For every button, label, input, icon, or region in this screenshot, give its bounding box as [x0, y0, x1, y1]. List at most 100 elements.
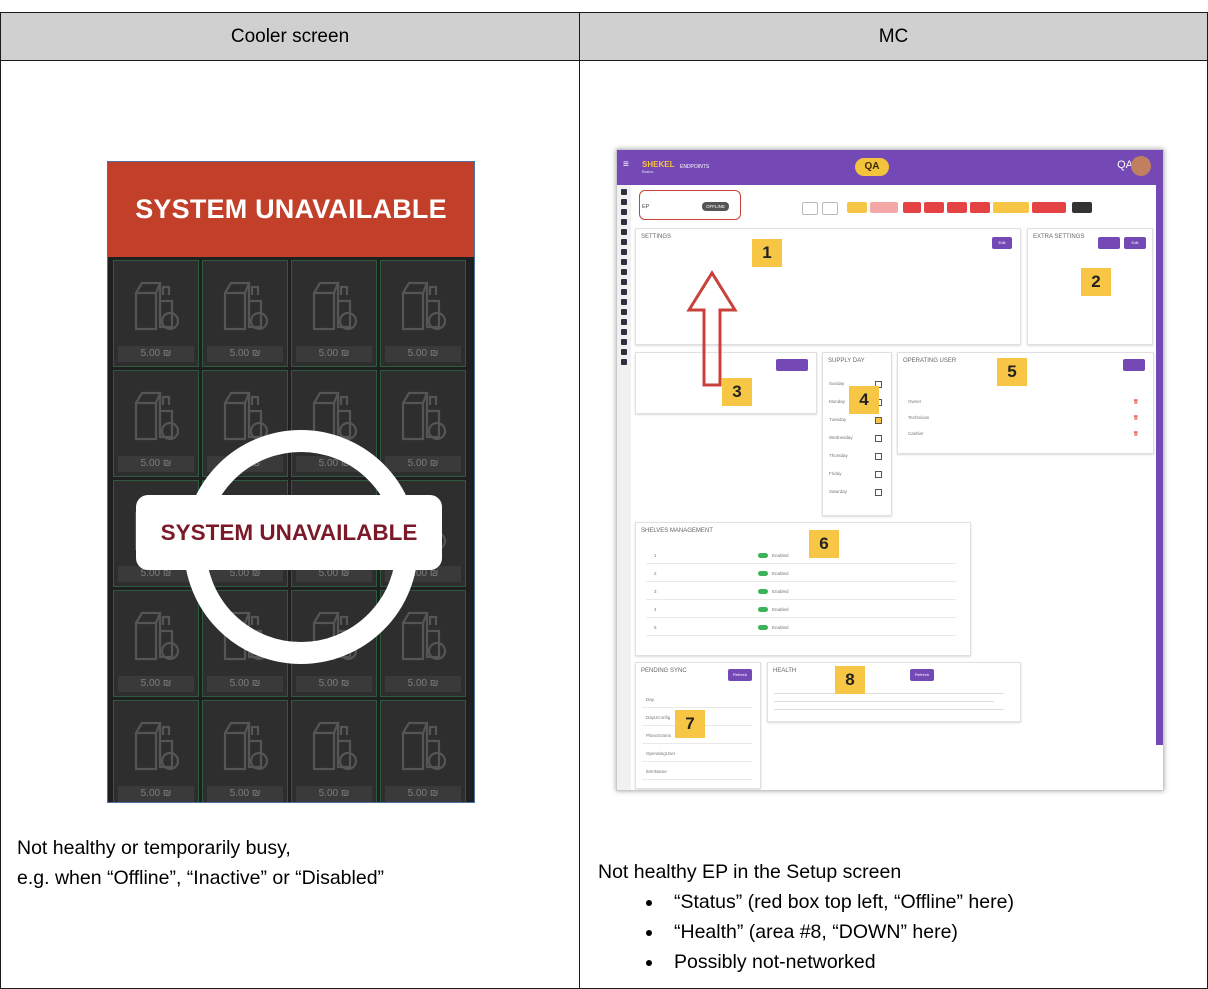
mc-section-title: ENDPOINTS	[680, 164, 710, 170]
toolbar-button[interactable]	[970, 202, 990, 213]
toolbar-button[interactable]	[924, 202, 944, 213]
avatar[interactable]	[1131, 156, 1151, 176]
shelves-panel: SHELVES MANAGEMENT 1 Enabled 2 Enabled 3 Enab…	[635, 522, 971, 656]
toolbar-button[interactable]	[847, 202, 867, 213]
product-price: 5.00 ₪	[207, 676, 283, 692]
cooler-screen-mock: SYSTEM UNAVAILABLE 5.00 ₪ 5.00 ₪ 5.00 ₪ 5.0…	[107, 161, 475, 803]
toolbar-button[interactable]	[993, 202, 1029, 213]
product-tile: 5.00 ₪	[380, 370, 466, 477]
shelf-number: 3	[654, 589, 657, 594]
scrollbar[interactable]	[1156, 185, 1163, 745]
arrow-to-status	[686, 270, 738, 387]
refresh-button[interactable]: Refresh	[910, 669, 934, 681]
shelf-toggle[interactable]	[758, 553, 768, 558]
shelf-toggle[interactable]	[758, 589, 768, 594]
groceries-icon	[134, 281, 180, 331]
product-tile: 5.00 ₪	[113, 370, 199, 477]
shelf-toggle[interactable]	[758, 607, 768, 612]
supply-day-checkbox[interactable]	[875, 435, 882, 442]
shelf-toggle[interactable]	[758, 571, 768, 576]
product-tile: 5.00 ₪	[113, 590, 199, 697]
sidebar-icon[interactable]	[621, 289, 627, 295]
shelf-number: 5	[654, 625, 657, 630]
shelf-toggle[interactable]	[758, 625, 768, 630]
product-tile: 5.00 ₪	[202, 260, 288, 367]
toolbar-button[interactable]	[947, 202, 967, 213]
area-number: 8	[835, 666, 865, 694]
sidebar-icon[interactable]	[621, 219, 627, 225]
operating-user-title: OPERATING USER	[903, 358, 957, 364]
toolbar-button[interactable]	[1032, 202, 1066, 213]
env-badge: QA	[855, 158, 889, 176]
pending-sync-type: DayUConfig	[646, 715, 671, 720]
supply-day-label: Friday	[829, 471, 842, 476]
supply-day-checkbox[interactable]	[875, 417, 882, 424]
bullet-health: “Health” (area #8, “DOWN” here)	[664, 917, 1014, 947]
right-note: Not healthy EP in the Setup screen “Stat…	[598, 857, 1014, 977]
supply-day-checkbox[interactable]	[875, 453, 882, 460]
product-price: 5.00 ₪	[385, 456, 461, 472]
sidebar-icon[interactable]	[621, 229, 627, 235]
sidebar-icon[interactable]	[621, 209, 627, 215]
delete-icon[interactable]: 🗑	[1133, 415, 1139, 421]
toolbar-button[interactable]	[1072, 202, 1092, 213]
supply-day-title: SUPPLY DAY	[828, 358, 865, 364]
shelf-status: Enabled	[772, 625, 789, 630]
sidebar-icon[interactable]	[621, 269, 627, 275]
delete-icon[interactable]: 🗑	[1133, 399, 1139, 405]
settings-title: SETTINGS	[641, 234, 672, 240]
sidebar-icon[interactable]	[621, 279, 627, 285]
sidebar-icon[interactable]	[621, 329, 627, 335]
product-tile: 5.00 ₪	[291, 260, 377, 367]
supply-day-checkbox[interactable]	[875, 489, 882, 496]
product-tile: 5.00 ₪	[113, 260, 199, 367]
sidebar-icon[interactable]	[621, 249, 627, 255]
toolbar-button[interactable]	[870, 202, 898, 213]
shelf-status: Enabled	[772, 553, 789, 558]
supply-day-label: Tuesday	[829, 417, 847, 422]
product-price: 5.00 ₪	[207, 786, 283, 802]
bullet-status: “Status” (red box top left, “Offline” he…	[664, 887, 1014, 917]
groceries-icon	[401, 391, 447, 441]
sidebar-icon[interactable]	[621, 189, 627, 195]
sidebar-icon[interactable]	[621, 299, 627, 305]
refresh-button[interactable]: Refresh	[728, 669, 752, 681]
shelf-status: Enabled	[772, 589, 789, 594]
mc-logo: SHEKEL Brains	[642, 160, 675, 174]
sidebar-icon[interactable]	[621, 309, 627, 315]
sidebar-icon[interactable]	[621, 199, 627, 205]
pending-sync-type: PlanoGrams	[646, 733, 672, 738]
sidebar-icon[interactable]	[621, 259, 627, 265]
toolbar-button[interactable]	[903, 202, 921, 213]
supply-day-checkbox[interactable]	[875, 471, 882, 478]
mc-screenshot-mock: ≡ SHEKEL Brains ENDPOINTS QA QA EP OFFLIN…	[616, 149, 1164, 791]
toolbar-button[interactable]	[822, 202, 838, 215]
add-button[interactable]	[776, 359, 808, 371]
supply-day-label: Saturday	[829, 489, 848, 494]
reset-button[interactable]	[1098, 237, 1120, 249]
edit-button[interactable]: Edit	[992, 237, 1012, 249]
groceries-icon	[134, 721, 180, 771]
sidebar-icon[interactable]	[621, 339, 627, 345]
pending-sync-type: Day	[646, 697, 655, 702]
product-tile: 5.00 ₪	[113, 700, 199, 802]
pending-sync-type: ItemName	[646, 769, 667, 774]
area-number: 4	[849, 386, 879, 414]
sidebar-icon[interactable]	[621, 319, 627, 325]
health-panel: HEALTH Refresh	[767, 662, 1021, 722]
delete-icon[interactable]: 🗑	[1133, 431, 1139, 437]
health-title: HEALTH	[773, 668, 797, 674]
area-number: 6	[809, 530, 839, 558]
edit-button[interactable]: Edit	[1124, 237, 1146, 249]
shelf-number: 2	[654, 571, 657, 576]
product-price: 5.00 ₪	[385, 676, 461, 692]
sidebar-icon[interactable]	[621, 239, 627, 245]
assign-button[interactable]	[1123, 359, 1145, 371]
area-number: 1	[752, 239, 782, 267]
sidebar-icon[interactable]	[621, 359, 627, 365]
menu-icon[interactable]: ≡	[623, 160, 633, 170]
supply-day-label: Wednesday	[829, 435, 853, 440]
sidebar-icon[interactable]	[621, 349, 627, 355]
product-price: 5.00 ₪	[118, 346, 194, 362]
toolbar-button[interactable]	[802, 202, 818, 215]
